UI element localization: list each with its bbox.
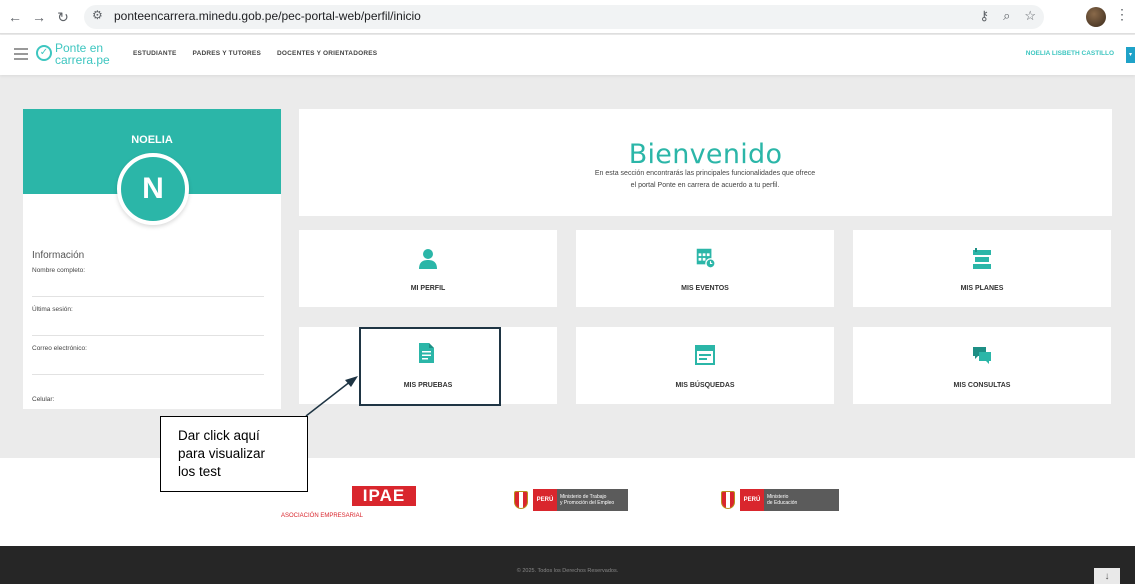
info-title: Información xyxy=(32,250,85,261)
star-icon[interactable]: ☆ xyxy=(1024,8,1036,24)
arrow-right-icon[interactable]: → xyxy=(30,8,48,26)
divider xyxy=(32,296,264,297)
check-icon: ✓ xyxy=(36,45,52,61)
logo-text-2: carrera.pe xyxy=(55,53,110,67)
browser-toolbar: ← → ↻ ⚙ ponteencarrera.minedu.gob.pe/pec… xyxy=(0,0,1135,34)
mintra-line-2: y Promoción del Empleo xyxy=(560,500,615,506)
callout-line-2: para visualizar xyxy=(178,446,266,461)
url-text: ponteencarrera.minedu.gob.pe/pec-portal-… xyxy=(114,9,421,23)
user-icon xyxy=(419,249,437,269)
tile-label: MIS EVENTOS xyxy=(681,285,729,292)
site-info-icon[interactable]: ⚙ xyxy=(92,8,103,22)
minedu-logo: PERÚ Ministerio de Educación xyxy=(718,489,839,511)
hamburger-menu-icon[interactable] xyxy=(14,48,28,60)
peru-shield-icon xyxy=(511,489,531,511)
tile-label: MIS PLANES xyxy=(960,285,1004,292)
avatar: N xyxy=(117,153,189,225)
profile-card: NOELIA N Información Nombre completo: Úl… xyxy=(23,109,281,409)
zoom-icon[interactable]: ⌕ xyxy=(1003,8,1010,24)
annotation-callout: Dar click aquí para visualizar los test xyxy=(160,416,308,492)
key-icon[interactable]: ⚷ xyxy=(980,8,990,24)
arrow-left-icon[interactable]: ← xyxy=(6,8,24,26)
divider xyxy=(32,335,264,336)
reload-icon[interactable]: ↻ xyxy=(54,8,72,26)
tile-mis-eventos[interactable]: MIS EVENTOS xyxy=(576,230,834,307)
mintra-name: Ministerio de Trabajo y Promoción del Em… xyxy=(557,489,628,511)
minedu-line-2: de Educación xyxy=(767,500,798,506)
tile-label: MIS BÚSQUEDAS xyxy=(675,382,735,389)
field-email: Correo electrónico: xyxy=(32,345,87,352)
minedu-name: Ministerio de Educación xyxy=(764,489,839,511)
welcome-card: Bienvenido En esta sección encontrarás l… xyxy=(299,109,1112,216)
site-header: ✓ Ponte en carrera.pe ESTUDIANTE PADRES … xyxy=(0,35,1135,75)
address-bar[interactable]: ⚙ ponteencarrera.minedu.gob.pe/pec-porta… xyxy=(84,5,1044,29)
ipae-wordmark: IPAE xyxy=(352,486,416,506)
chat-icon xyxy=(973,347,991,364)
arrow-down-icon[interactable]: ↓ xyxy=(1094,568,1120,584)
welcome-line-1: En esta sección encontrarás las principa… xyxy=(594,170,816,177)
field-full-name: Nombre completo: xyxy=(32,267,86,274)
profile-name: NOELIA xyxy=(131,134,173,146)
plans-icon xyxy=(973,248,991,269)
tile-mis-busquedas[interactable]: MIS BÚSQUEDAS xyxy=(576,327,834,404)
nav-item-padres[interactable]: PADRES Y TUTORES xyxy=(193,50,261,57)
chevron-down-icon[interactable]: ▾ xyxy=(1126,47,1135,63)
copyright-text: © 2025. Todos los Derechos Reservados. xyxy=(516,568,619,574)
field-phone: Celular: xyxy=(32,396,55,403)
welcome-line-2: el portal Ponte en carrera de acuerdo a … xyxy=(630,182,780,189)
tile-mi-perfil[interactable]: MI PERFIL xyxy=(299,230,557,307)
welcome-description: En esta sección encontrarás las principa… xyxy=(555,168,855,192)
main-nav: ESTUDIANTE PADRES Y TUTORES DOCENTES Y O… xyxy=(133,50,377,57)
tile-label: MI PERFIL xyxy=(410,285,446,292)
welcome-title: Bienvenido xyxy=(628,139,783,170)
highlight-annotation-box xyxy=(359,327,501,406)
site-logo[interactable]: ✓ Ponte en carrera.pe xyxy=(36,41,116,69)
ipae-subtitle: ASOCIACIÓN EMPRESARIAL xyxy=(281,513,364,519)
tile-mis-planes[interactable]: MIS PLANES xyxy=(853,230,1111,307)
site-footer: © 2025. Todos los Derechos Reservados. ↓ xyxy=(0,546,1135,584)
mintra-logo: PERÚ Ministerio de Trabajo y Promoción d… xyxy=(511,489,628,511)
peru-label: PERÚ xyxy=(740,489,764,511)
calendar-icon xyxy=(696,248,716,268)
callout-line-1: Dar click aquí xyxy=(178,428,260,443)
user-menu[interactable]: NOELIA LISBETH CASTILLO xyxy=(1026,50,1124,57)
peru-shield-icon xyxy=(718,489,738,511)
field-last-session: Última sesión: xyxy=(32,306,73,313)
nav-item-estudiante[interactable]: ESTUDIANTE xyxy=(133,50,177,57)
browser-profile-avatar[interactable] xyxy=(1086,7,1106,27)
peru-label: PERÚ xyxy=(533,489,557,511)
tile-label: MIS CONSULTAS xyxy=(953,382,1011,389)
divider xyxy=(32,374,264,375)
tile-mis-consultas[interactable]: MIS CONSULTAS xyxy=(853,327,1111,404)
callout-line-3: los test xyxy=(178,464,221,479)
ipae-logo: IPAE xyxy=(310,486,418,510)
search-window-icon xyxy=(695,345,715,365)
browser-menu-icon[interactable]: ⋮ xyxy=(1115,6,1129,23)
nav-item-docentes[interactable]: DOCENTES Y ORIENTADORES xyxy=(277,50,377,57)
